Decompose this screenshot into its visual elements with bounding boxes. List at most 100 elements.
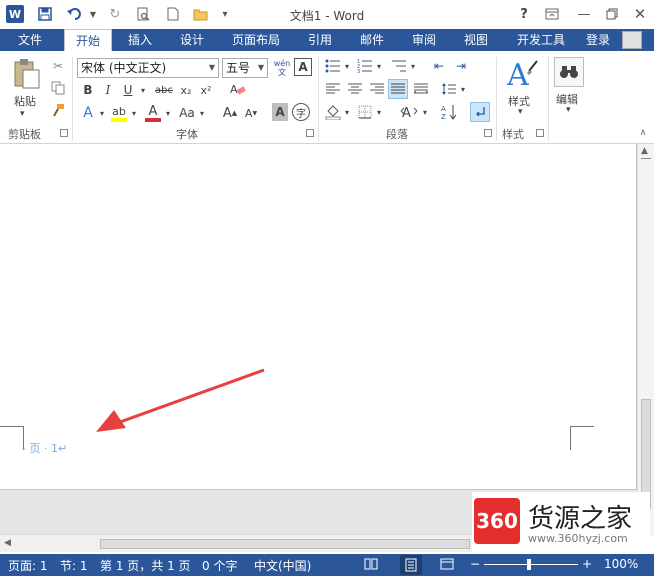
status-word-count[interactable]: 0 个字 <box>202 557 237 574</box>
change-case-button[interactable]: Aa <box>176 104 198 122</box>
horizontal-scroll-thumb[interactable] <box>100 539 470 549</box>
subscript-button[interactable]: x₂ <box>178 81 194 99</box>
tab-home[interactable]: 开始 <box>64 29 112 52</box>
document-page[interactable]: - 页 · 1↵ <box>0 144 637 490</box>
tab-developer[interactable]: 开发工具 <box>510 29 572 51</box>
grow-font-button[interactable]: A ▲ <box>220 104 240 122</box>
styles-gallery-icon[interactable]: A <box>502 56 542 92</box>
line-spacing-dropdown-icon[interactable]: ▾ <box>459 79 467 99</box>
status-language[interactable]: 中文(中国) <box>254 557 311 574</box>
decrease-indent-icon[interactable]: ⇤ <box>430 57 448 75</box>
collapse-ribbon-icon[interactable]: ∧ <box>636 127 650 139</box>
tab-page-layout[interactable]: 页面布局 <box>226 29 286 51</box>
tab-design[interactable]: 设计 <box>172 29 212 51</box>
tab-view[interactable]: 视图 <box>456 29 496 51</box>
zoom-slider[interactable] <box>484 564 578 565</box>
borders-dropdown-icon[interactable]: ▾ <box>375 102 383 122</box>
clear-formatting-icon[interactable]: A <box>228 79 248 99</box>
numbering-dropdown-icon[interactable]: ▾ <box>375 57 383 75</box>
restore-button[interactable] <box>600 4 624 24</box>
bullets-icon[interactable] <box>324 57 342 75</box>
save-icon[interactable] <box>36 5 54 23</box>
redo-icon[interactable]: ↻ <box>106 5 124 23</box>
scroll-up-icon[interactable]: ▲ <box>641 146 648 156</box>
font-size-combo[interactable]: 五号 ▼ <box>222 58 268 78</box>
status-page[interactable]: 页面: 1 <box>8 557 48 574</box>
format-painter-icon[interactable] <box>48 101 68 119</box>
shading-dropdown-icon[interactable]: ▾ <box>343 102 351 122</box>
paste-dropdown-icon[interactable]: ▾ <box>20 109 25 119</box>
align-left-icon[interactable] <box>324 79 342 99</box>
font-size-dropdown-icon[interactable]: ▼ <box>258 59 264 77</box>
new-document-icon[interactable] <box>164 5 182 23</box>
increase-indent-icon[interactable]: ⇥ <box>452 57 470 75</box>
font-color-icon[interactable]: A <box>144 103 162 123</box>
tab-mailings[interactable]: 邮件 <box>352 29 392 51</box>
web-layout-icon[interactable] <box>440 557 454 574</box>
justify-icon[interactable] <box>388 79 408 99</box>
numbering-icon[interactable]: 123 <box>356 57 374 75</box>
font-name-combo[interactable]: 宋体 (中文正文) ▼ <box>77 58 219 78</box>
chinese-layout-dropdown-icon[interactable]: ▾ <box>421 102 429 122</box>
customize-toolbar-icon[interactable]: ▾ <box>216 5 234 23</box>
zoom-in-button[interactable]: + <box>582 557 592 571</box>
tab-insert[interactable]: 插入 <box>120 29 160 51</box>
undo-dropdown-icon[interactable]: ▼ <box>84 5 102 23</box>
strikethrough-button[interactable]: abc <box>152 81 176 99</box>
open-folder-icon[interactable] <box>192 5 210 23</box>
bold-button[interactable]: B <box>80 81 96 99</box>
text-effects-dropdown-icon[interactable]: ▾ <box>98 104 106 122</box>
status-section[interactable]: 节: 1 <box>60 557 88 574</box>
enclose-characters-button[interactable]: 字 <box>292 103 310 121</box>
underline-button[interactable]: U <box>120 81 136 99</box>
italic-button[interactable]: I <box>100 81 116 99</box>
avatar[interactable] <box>622 31 642 49</box>
shading-icon[interactable] <box>324 102 342 122</box>
status-page-of[interactable]: 第 1 页，共 1 页 <box>100 557 191 574</box>
change-case-dropdown-icon[interactable]: ▾ <box>198 104 206 122</box>
show-hide-marks-icon[interactable] <box>470 102 490 122</box>
tab-references[interactable]: 引用 <box>300 29 340 51</box>
character-border-button[interactable]: A <box>294 58 312 76</box>
font-color-dropdown-icon[interactable]: ▾ <box>164 104 172 122</box>
read-mode-icon[interactable] <box>364 557 378 574</box>
font-name-dropdown-icon[interactable]: ▼ <box>209 59 215 77</box>
cut-icon[interactable]: ✂ <box>48 57 68 75</box>
tab-file[interactable]: 文件 <box>8 29 52 51</box>
print-preview-icon[interactable] <box>134 5 152 23</box>
paste-icon[interactable] <box>10 57 44 91</box>
zoom-slider-thumb[interactable] <box>527 559 531 570</box>
font-launcher-icon[interactable] <box>306 129 314 137</box>
highlight-color-icon[interactable]: ab <box>110 103 128 123</box>
scroll-left-icon[interactable]: ◀ <box>4 538 11 548</box>
styles-launcher-icon[interactable] <box>536 129 544 137</box>
clipboard-launcher-icon[interactable] <box>60 129 68 137</box>
login-link[interactable]: 登录 <box>586 29 610 51</box>
bullets-dropdown-icon[interactable]: ▾ <box>343 57 351 75</box>
help-button[interactable]: ? <box>512 4 536 24</box>
styles-dropdown-icon[interactable]: ▾ <box>518 107 523 117</box>
paste-label[interactable]: 粘贴 <box>14 93 36 109</box>
superscript-button[interactable]: x² <box>198 81 214 99</box>
highlight-dropdown-icon[interactable]: ▾ <box>130 104 138 122</box>
vertical-scrollbar[interactable]: ▲ <box>637 144 654 536</box>
editing-dropdown-icon[interactable]: ▾ <box>566 105 571 115</box>
print-layout-icon[interactable] <box>400 555 422 575</box>
multilevel-list-icon[interactable] <box>390 57 408 75</box>
phonetic-guide-button[interactable]: wén 文 <box>271 56 293 80</box>
align-center-icon[interactable] <box>346 79 364 99</box>
ribbon-display-options-icon[interactable] <box>540 4 564 24</box>
align-right-icon[interactable] <box>368 79 386 99</box>
paragraph-launcher-icon[interactable] <box>484 129 492 137</box>
page-number-field[interactable]: - 页 · 1↵ <box>22 440 67 456</box>
zoom-out-button[interactable]: − <box>470 557 480 571</box>
shrink-font-button[interactable]: A ▼ <box>242 104 260 122</box>
underline-dropdown-icon[interactable]: ▾ <box>138 81 148 99</box>
borders-icon[interactable] <box>356 102 374 122</box>
chinese-layout-icon[interactable]: A <box>398 102 420 122</box>
multilevel-dropdown-icon[interactable]: ▾ <box>409 57 417 75</box>
character-shading-button[interactable]: A <box>272 103 288 121</box>
distributed-icon[interactable] <box>412 79 430 99</box>
sort-icon[interactable]: AZ <box>440 102 458 122</box>
undo-icon[interactable] <box>66 5 84 23</box>
